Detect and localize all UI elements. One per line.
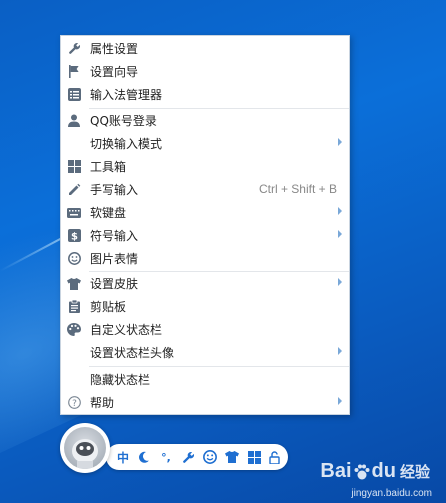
menu-item-ime-manager[interactable]: 输入法管理器 [61,83,349,106]
menu-item-custom-statusbar[interactable]: 自定义状态栏 [61,318,349,341]
menu-item-symbol-input[interactable]: $ 符号输入 [61,224,349,247]
chinese-mode-toggle[interactable]: 中 [114,448,132,466]
watermark-url: jingyan.baidu.com [351,488,432,499]
menu-item-label: 帮助 [90,396,115,410]
ime-statusbar: 中 °, [106,444,288,470]
menu-item-setup-wizard[interactable]: 设置向导 [61,60,349,83]
shirt-icon[interactable] [223,448,241,466]
dollar-icon: $ [67,229,81,243]
grid-icon[interactable] [245,448,263,466]
statusbar-avatar[interactable] [60,423,110,473]
moon-icon[interactable] [135,448,153,466]
submenu-arrow-icon [338,207,342,215]
submenu-arrow-icon [338,278,342,286]
menu-item-label: 设置状态栏头像 [90,346,175,360]
svg-text:?: ? [72,399,77,409]
wrench-icon [67,42,81,56]
list-icon [67,88,81,102]
menu-item-hide-statusbar[interactable]: 隐藏状态栏 [61,368,349,391]
context-menu: 属性设置 设置向导 输入法管理器 QQ账号登录 切换输入模式 工具箱 手写输入 [60,35,350,415]
menu-item-switch-input-mode[interactable]: 切换输入模式 [61,132,349,155]
menu-item-skin[interactable]: 设置皮肤 [61,272,349,295]
menu-item-label: 工具箱 [90,160,127,174]
menu-item-label: 符号输入 [90,229,139,243]
svg-text:$: $ [71,232,78,243]
menu-item-label: 设置向导 [90,65,139,79]
avatar [64,427,106,469]
menu-item-handwriting[interactable]: 手写输入 Ctrl + Shift + B [61,178,349,201]
submenu-arrow-icon [338,138,342,146]
watermark-brand: Bai [320,460,352,482]
menu-item-label: 图片表情 [90,252,139,266]
watermark-brand-suffix: du [371,460,396,482]
palette-icon [67,323,81,337]
pencil-icon [67,183,81,197]
menu-item-label: 剪贴板 [90,300,127,314]
menu-item-label: 软键盘 [90,206,127,220]
menu-item-statusbar-avatar[interactable]: 设置状态栏头像 [61,341,349,364]
watermark-cn: 经验 [399,464,430,481]
menu-item-soft-keyboard[interactable]: 软键盘 [61,201,349,224]
menu-item-label: 自定义状态栏 [90,323,163,337]
submenu-arrow-icon [338,230,342,238]
clipboard-icon [67,300,81,314]
smiley-icon [67,252,81,266]
menu-item-clipboard[interactable]: 剪贴板 [61,295,349,318]
menu-item-toolbox[interactable]: 工具箱 [61,155,349,178]
shortcut-hint: Ctrl + Shift + B [258,182,337,196]
flag-icon [67,65,81,79]
menu-item-help[interactable]: ? 帮助 [61,391,349,414]
baidu-watermark: Bai du 经验 [320,460,430,483]
menu-item-qq-login[interactable]: QQ账号登录 [61,109,349,132]
menu-item-label: 属性设置 [90,42,139,56]
menu-item-label: 切换输入模式 [90,137,163,151]
menu-item-label: 隐藏状态栏 [90,373,151,387]
menu-item-properties[interactable]: 属性设置 [61,37,349,60]
keyboard-icon [67,206,81,220]
menu-separator [89,366,349,367]
help-icon: ? [67,396,81,410]
shirt-icon [67,277,81,291]
wrench-icon[interactable] [179,448,197,466]
menu-item-label: 设置皮肤 [90,277,139,291]
grid-icon [67,160,81,174]
submenu-arrow-icon [338,347,342,355]
lock-icon[interactable] [265,448,283,466]
menu-item-image-emoji[interactable]: 图片表情 [61,247,349,270]
smiley-icon[interactable] [201,448,219,466]
menu-item-label: QQ账号登录 [90,114,157,128]
menu-item-label: 输入法管理器 [90,88,163,102]
submenu-arrow-icon [338,397,342,405]
paw-icon [354,464,370,479]
punctuation-toggle[interactable]: °, [157,448,175,466]
user-icon [67,114,81,128]
